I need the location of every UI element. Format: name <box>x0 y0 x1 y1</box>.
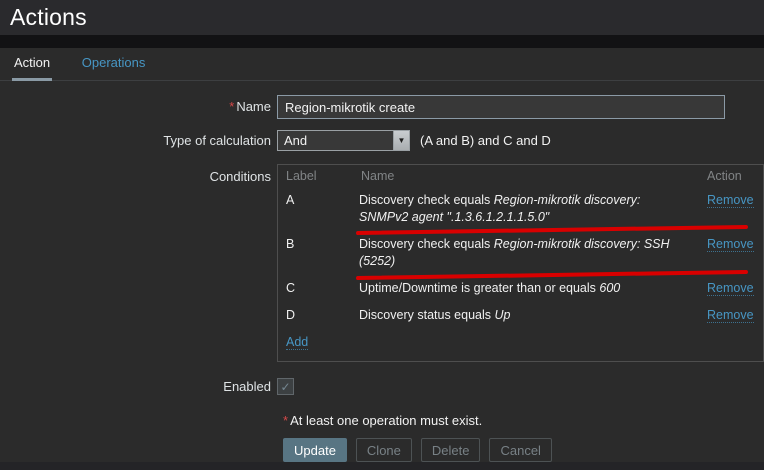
remove-link[interactable]: Remove <box>707 281 754 296</box>
condition-label-d: D <box>286 308 296 322</box>
checkmark-icon: ✓ <box>280 379 291 394</box>
enabled-label: Enabled <box>223 379 271 394</box>
condition-name-b: Discovery check equals Region-mikrotik d… <box>359 237 670 268</box>
remove-link[interactable]: Remove <box>707 193 754 208</box>
column-header-label: Label <box>286 169 317 183</box>
calculation-select[interactable]: And ▼ <box>277 130 410 151</box>
conditions-row: Conditions Label Name Action A Discovery… <box>0 164 764 362</box>
column-header-action: Action <box>707 169 742 183</box>
chevron-down-icon[interactable]: ▼ <box>393 131 409 150</box>
conditions-label: Conditions <box>209 169 271 184</box>
page-title: Actions <box>10 4 87 30</box>
remove-link[interactable]: Remove <box>707 237 754 252</box>
name-row: * Name <box>0 95 764 119</box>
required-asterisk: * <box>229 99 235 114</box>
condition-name-d: Discovery status equals Up <box>359 308 511 322</box>
add-condition-cell: Add <box>278 329 763 361</box>
condition-label-c: C <box>286 281 296 295</box>
enabled-row: Enabled ✓ <box>0 378 764 395</box>
calculation-formula: (A and B) and C and D <box>420 133 551 148</box>
tab-operations[interactable]: Operations <box>80 48 148 81</box>
condition-remove-b: Remove <box>699 231 763 275</box>
type-of-calculation-label: Type of calculation <box>163 133 271 148</box>
calculation-selected-value: And <box>284 133 308 148</box>
form-buttons: Update Clone Delete Cancel <box>283 438 764 462</box>
cancel-button[interactable]: Cancel <box>489 438 552 462</box>
bottom-band <box>0 462 764 470</box>
clone-button[interactable]: Clone <box>355 438 412 462</box>
condition-label-a: A <box>286 193 295 207</box>
condition-name-a: Discovery check equals Region-mikrotik d… <box>359 193 641 224</box>
type-of-calculation-row: Type of calculation And ▼ (A and B) and … <box>0 130 764 151</box>
condition-remove-d: Remove <box>699 302 763 329</box>
page-header: Actions <box>0 0 764 35</box>
remove-link[interactable]: Remove <box>707 308 754 323</box>
operation-required-note: * At least one operation must exist. <box>283 413 483 428</box>
header-divider <box>0 35 764 48</box>
delete-button[interactable]: Delete <box>420 438 481 462</box>
tab-action[interactable]: Action <box>12 48 53 81</box>
condition-remove-c: Remove <box>699 275 763 302</box>
update-button[interactable]: Update <box>283 438 347 462</box>
enabled-checkbox[interactable]: ✓ <box>277 378 294 395</box>
name-label: * Name <box>229 99 271 114</box>
conditions-table: Label Name Action A Discovery check equa… <box>277 164 764 362</box>
column-header-name: Name <box>361 169 395 183</box>
tab-bar: Action Operations <box>0 48 764 81</box>
condition-label-b: B <box>286 237 295 251</box>
actions-page: Actions Action Operations *Name Type of … <box>0 0 764 470</box>
name-input[interactable] <box>277 95 725 119</box>
add-condition-link[interactable]: Add <box>286 335 309 350</box>
